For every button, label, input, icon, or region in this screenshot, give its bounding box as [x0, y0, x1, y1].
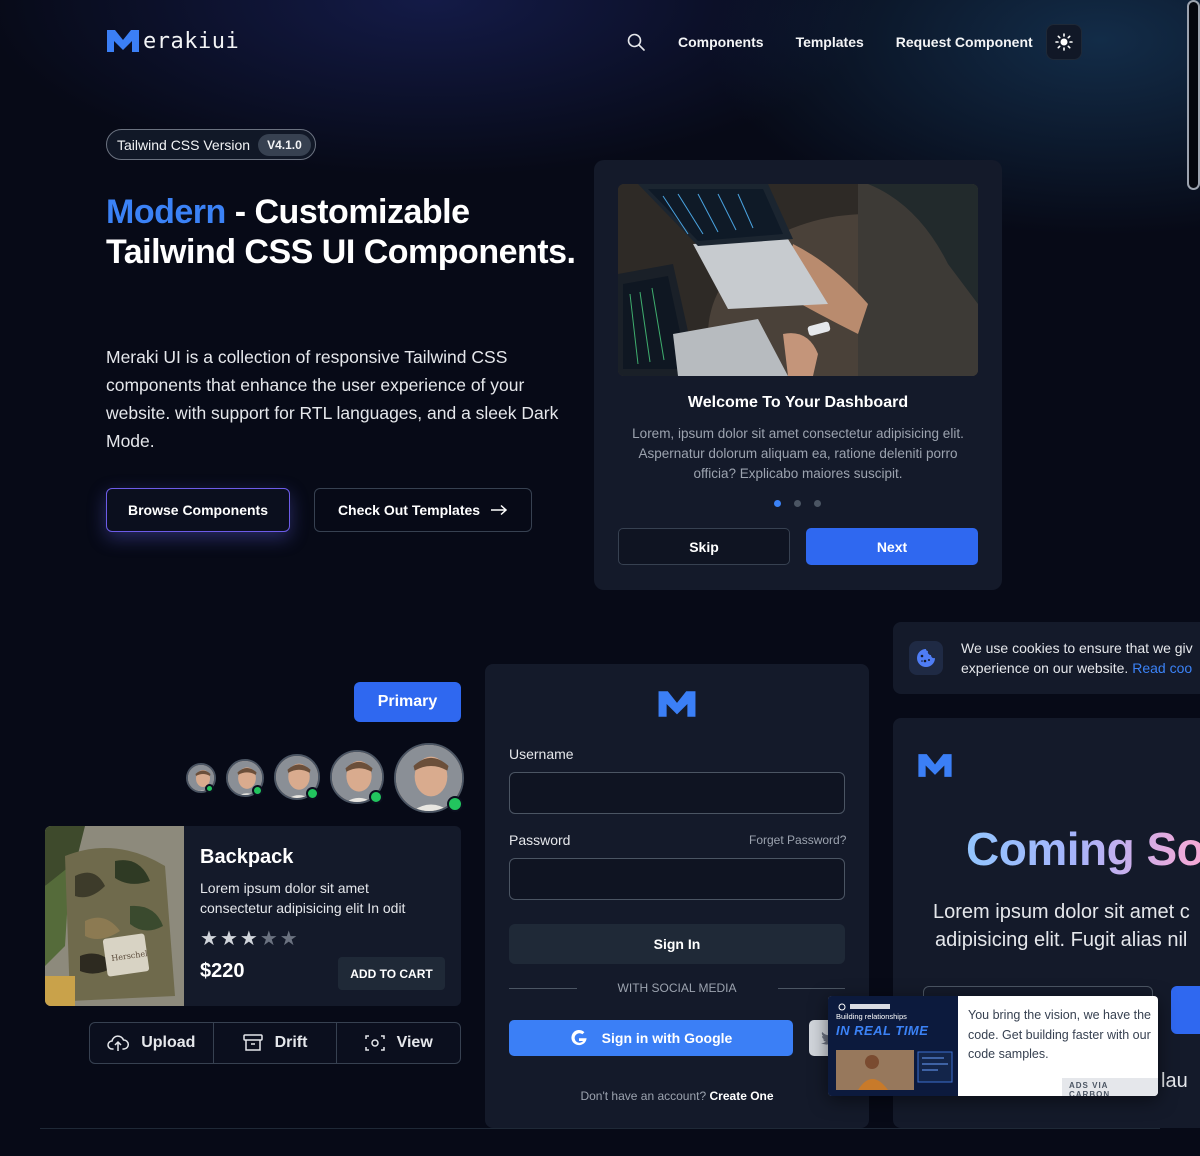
badge-label: Tailwind CSS Version: [117, 136, 251, 153]
cookie-icon: [909, 641, 943, 675]
cookie-text: We use cookies to ensure that we giv exp…: [961, 638, 1200, 678]
badge-version: V4.1.0: [258, 133, 311, 156]
carousel-dot-3[interactable]: [814, 500, 821, 507]
product-price: $220: [200, 960, 245, 982]
carbon-ad[interactable]: Building relationships IN REAL TIME You …: [828, 996, 1158, 1096]
theme-toggle-button[interactable]: [1046, 24, 1082, 60]
product-title: Backpack: [200, 846, 294, 868]
sign-in-with-google-button[interactable]: Sign in with Google: [509, 1020, 793, 1056]
archive-icon: [242, 1034, 263, 1051]
hero-title: Modern - Customizable Tailwind CSS UI Co…: [106, 192, 576, 272]
backpack-photo: Herschel: [45, 826, 184, 1006]
drift-button[interactable]: Drift: [214, 1023, 338, 1063]
next-button[interactable]: Next: [806, 528, 978, 565]
logo-text: erakiui: [143, 28, 240, 54]
meraki-logo-icon: [918, 754, 952, 777]
ad-image-caption-2: IN REAL TIME: [836, 1023, 929, 1038]
login-card: Username Password Forget Password? Sign …: [485, 664, 869, 1128]
view-button[interactable]: View: [337, 1023, 460, 1063]
online-status-dot: [306, 787, 319, 800]
star-filled-icon: ★: [239, 928, 258, 950]
view-label: View: [396, 1034, 433, 1051]
hero-title-accent: Modern: [106, 193, 226, 231]
hero-description: Meraki UI is a collection of responsive …: [106, 347, 559, 451]
browse-components-button[interactable]: Browse Components: [106, 488, 290, 532]
product-description: Lorem ipsum dolor sit amet consectetur a…: [200, 880, 406, 916]
version-badge: Tailwind CSS Version V4.1.0: [106, 129, 316, 160]
ad-image-caption-1: Building relationships: [836, 1012, 907, 1021]
star-empty-icon: ★: [259, 928, 278, 950]
username-label: Username: [509, 746, 574, 762]
create-account-link[interactable]: Create One: [710, 1089, 774, 1103]
laptop-photo: [618, 184, 978, 376]
nav-templates[interactable]: Templates: [796, 34, 864, 50]
username-input[interactable]: [509, 772, 845, 814]
password-label: Password: [509, 832, 571, 848]
drift-label: Drift: [274, 1034, 308, 1051]
rating-stars: ★ ★ ★ ★ ★: [200, 926, 298, 951]
cookie-line-1: We use cookies to ensure that we giv: [961, 640, 1193, 656]
ad-text[interactable]: You bring the vision, we have the code. …: [968, 1006, 1152, 1065]
read-cookies-link[interactable]: Read coo: [1132, 660, 1192, 676]
online-status-dot: [447, 796, 463, 812]
carousel-dot-1[interactable]: [774, 500, 781, 507]
scrollbar-thumb[interactable]: [1187, 0, 1200, 190]
sun-icon: [1055, 33, 1073, 51]
google-button-label: Sign in with Google: [601, 1030, 733, 1046]
coming-soon-title: Coming So: [966, 822, 1200, 876]
cookie-notice: We use cookies to ensure that we giv exp…: [893, 622, 1200, 694]
ads-via-carbon-label[interactable]: ADS VIA CARBON: [1062, 1078, 1158, 1096]
sign-in-button[interactable]: Sign In: [509, 924, 845, 964]
cloud-upload-icon: [107, 1035, 130, 1051]
coming-soon-line-2: adipisicing elit. Fugit alias nil: [935, 929, 1188, 951]
cookie-line-2: experience on our website. Read coo: [961, 658, 1200, 678]
star-filled-icon: ★: [219, 928, 238, 950]
carousel-dot-2[interactable]: [794, 500, 801, 507]
star-empty-icon: ★: [279, 928, 298, 950]
product-card: Herschel Backpack Lorem ipsum dolor sit …: [45, 826, 461, 1006]
cookie-line-2-text: experience on our website.: [961, 660, 1129, 676]
upload-button[interactable]: Upload: [90, 1023, 214, 1063]
star-filled-icon: ★: [200, 928, 218, 950]
templates-button-label: Check Out Templates: [337, 502, 481, 518]
online-status-dot: [252, 785, 263, 796]
divider-right: [778, 988, 845, 989]
meraki-logo-icon: [658, 691, 696, 717]
dashboard-title: Welcome To Your Dashboard: [687, 394, 909, 411]
dashboard-text: Lorem, ipsum dolor sit amet consectetur …: [632, 426, 964, 481]
ad-image[interactable]: Building relationships IN REAL TIME: [828, 996, 958, 1096]
signup-text: Don't have an account? Create One: [485, 1089, 869, 1103]
primary-button[interactable]: Primary: [354, 682, 461, 722]
meraki-logo-icon: [107, 30, 139, 52]
signup-prefix: Don't have an account?: [580, 1089, 707, 1103]
skip-button[interactable]: Skip: [618, 528, 790, 565]
arrow-right-icon: [491, 504, 508, 516]
check-out-templates-button[interactable]: Check Out Templates: [314, 488, 532, 532]
notify-button[interactable]: [1171, 986, 1200, 1034]
nav-components[interactable]: Components: [678, 34, 764, 50]
password-input[interactable]: [509, 858, 845, 900]
coming-soon-footer-text: lau: [1161, 1070, 1188, 1092]
coming-soon-line-1: Lorem ipsum dolor sit amet c: [933, 901, 1190, 923]
online-status-dot: [205, 784, 214, 793]
coming-soon-text: Lorem ipsum dolor sit amet c adipisicing…: [933, 898, 1200, 954]
section-divider: [40, 1128, 1160, 1129]
google-icon: [571, 1029, 587, 1046]
search-icon[interactable]: [626, 32, 646, 52]
button-group: Upload Drift View: [89, 1022, 461, 1064]
online-status-dot: [369, 790, 383, 804]
upload-label: Upload: [141, 1034, 196, 1051]
dashboard-card: Welcome To Your Dashboard Lorem, ipsum d…: [594, 160, 1002, 590]
add-to-cart-button[interactable]: ADD TO CART: [338, 957, 445, 990]
focus-view-icon: [364, 1035, 385, 1051]
logo[interactable]: erakiui: [106, 28, 239, 54]
top-nav: Components Templates Request Component: [620, 30, 1033, 54]
forgot-password-link[interactable]: Forget Password?: [749, 833, 846, 847]
nav-request-component[interactable]: Request Component: [896, 34, 1033, 50]
